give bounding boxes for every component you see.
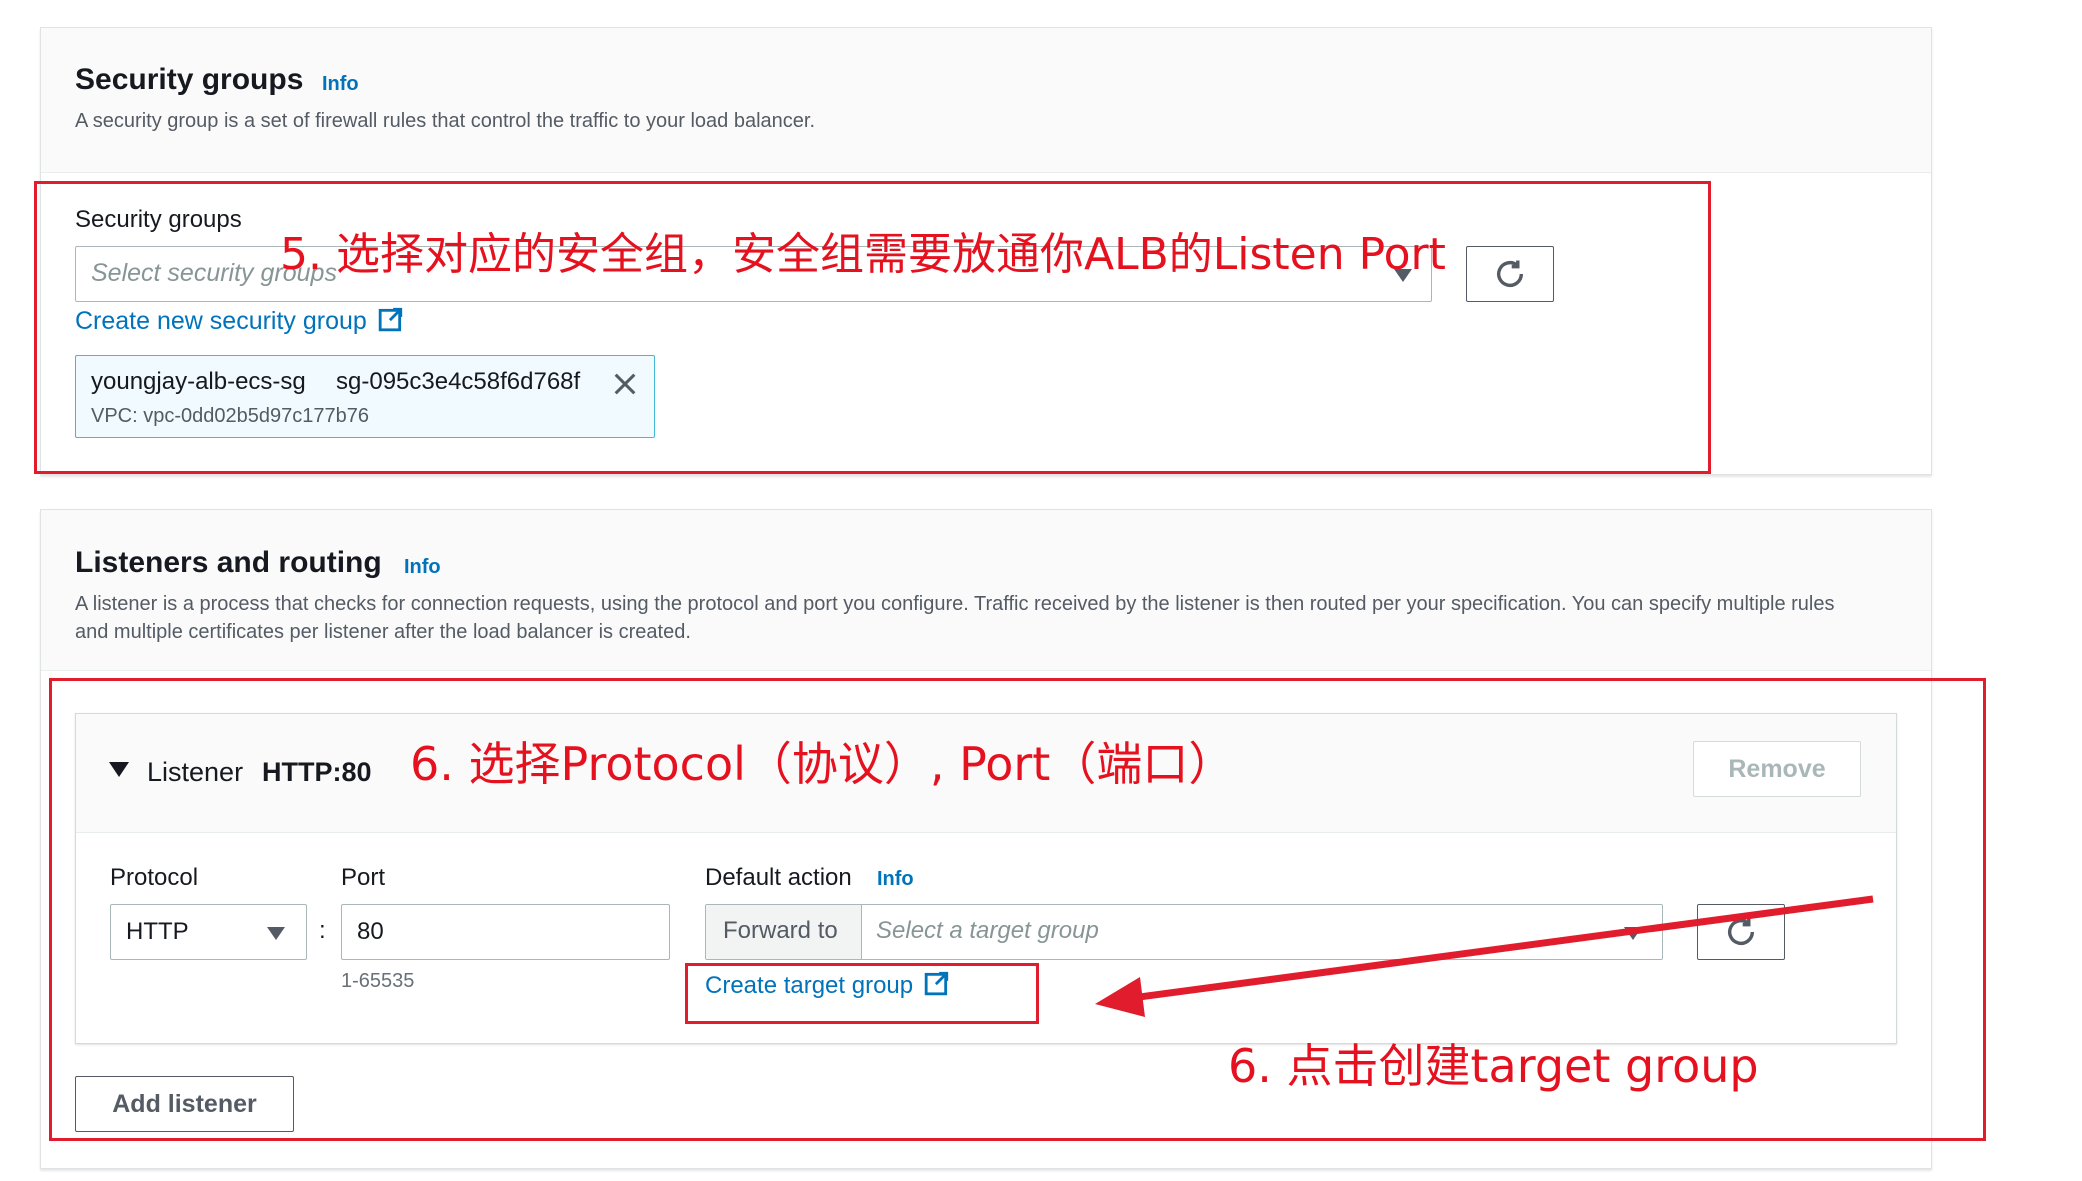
security-groups-title: Security groups: [75, 63, 304, 96]
listeners-info-link[interactable]: Info: [404, 556, 441, 579]
security-groups-description: A security group is a set of firewall ru…: [75, 110, 816, 132]
security-groups-info-link[interactable]: Info: [322, 73, 359, 96]
annotation-box-create-target-group: [685, 963, 1039, 1024]
annotation-step6-protocol: 6. 选择Protocol（协议）, Port（端口）: [410, 737, 1235, 791]
security-groups-header: [41, 28, 1931, 173]
listeners-title: Listeners and routing: [75, 546, 382, 579]
annotation-step6-target: 6. 点击创建target group: [1228, 1039, 1759, 1093]
listeners-description: A listener is a process that checks for …: [75, 593, 1835, 643]
annotation-step5: 5. 选择对应的安全组，安全组需要放通你ALB的Listen Port: [280, 229, 1446, 280]
